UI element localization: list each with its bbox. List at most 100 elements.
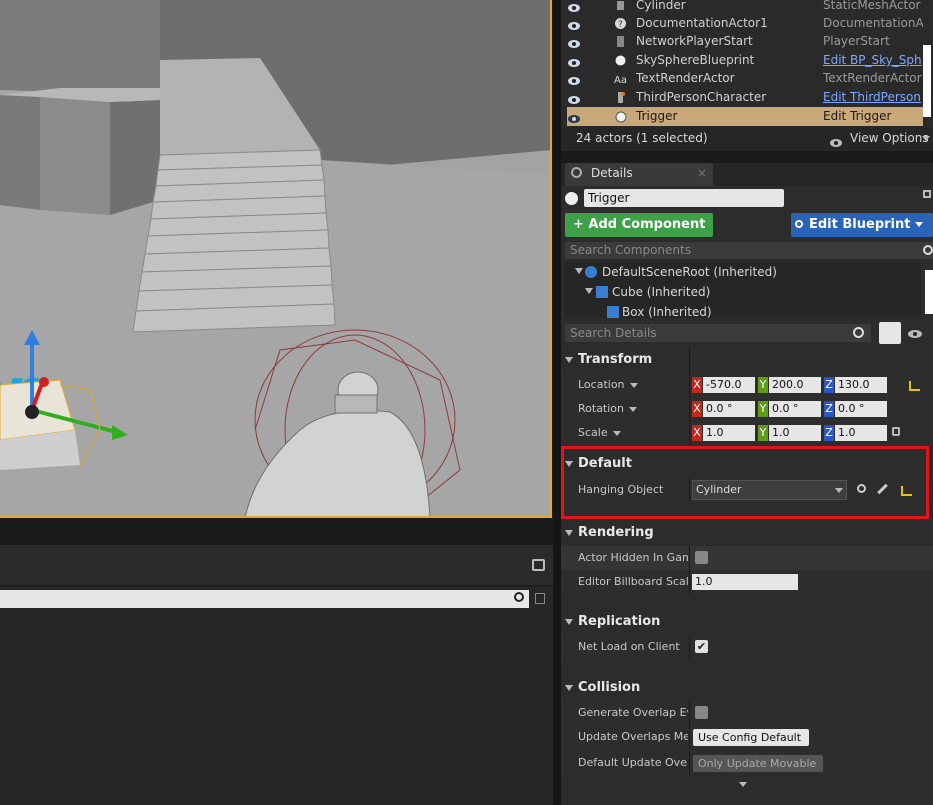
scale-y-field[interactable]: 1.0	[769, 425, 821, 441]
search-icon[interactable]	[923, 245, 933, 255]
section-collision[interactable]: Collision	[561, 674, 933, 701]
outliner-row[interactable]: SkySphereBlueprint Edit BP_Sky_Sph	[561, 51, 933, 70]
section-default[interactable]: Default	[561, 449, 933, 478]
search-icon[interactable]	[514, 592, 524, 602]
rotation-label[interactable]: Rotation	[578, 397, 688, 421]
advanced-expander[interactable]	[561, 778, 933, 792]
rotation-x-field[interactable]: 0.0 °	[703, 401, 755, 417]
outliner-row[interactable]: NetworkPlayerStart PlayerStart	[561, 32, 933, 51]
billboard-scale-field[interactable]: 1.0	[692, 574, 798, 590]
edit-blueprint-label: Edit Blueprint	[809, 217, 911, 232]
scale-row: Scale X 1.0 Y 1.0 Z 1.0	[561, 421, 933, 445]
add-component-button[interactable]: + Add Component	[565, 213, 713, 251]
eye-icon[interactable]	[567, 111, 581, 123]
expand-advanced-icon	[739, 782, 747, 787]
section-replication[interactable]: Replication	[561, 608, 933, 635]
section-rendering[interactable]: Rendering	[561, 519, 933, 546]
axis-y: Y	[758, 425, 768, 441]
update-overlaps-combo[interactable]: Use Config Default	[693, 729, 809, 758]
rotation-y-field[interactable]: 0.0 °	[769, 401, 821, 417]
scale-z-field[interactable]: 1.0	[835, 425, 887, 441]
edit-blueprint-button[interactable]: Edit Blueprint	[791, 213, 933, 237]
axis-y: Y	[758, 377, 768, 393]
lock-icon[interactable]	[923, 190, 931, 198]
edit-blueprint-link[interactable]: Edit BP_Sky_Sph	[823, 51, 923, 70]
actor-name-field[interactable]: Trigger	[584, 189, 784, 207]
scale-x-field[interactable]: 1.0	[703, 425, 755, 441]
rotation-row: Rotation X 0.0 ° Y 0.0 ° Z 0.0 °	[561, 397, 933, 421]
location-x-value: -570.0	[706, 378, 742, 391]
expand-icon[interactable]	[585, 288, 593, 294]
expand-icon[interactable]	[575, 268, 583, 274]
location-label[interactable]: Location	[578, 373, 688, 397]
hanging-object-combo[interactable]: Cylinder	[692, 480, 847, 500]
outliner-row[interactable]: ? DocumentationActor1 DocumentationAc	[561, 14, 933, 33]
tab-details[interactable]: Details ×	[565, 163, 713, 186]
property-matrix-icon[interactable]	[879, 322, 901, 344]
scale-label-text: Scale	[578, 426, 608, 439]
save-icon[interactable]	[535, 593, 545, 604]
section-next	[561, 794, 933, 805]
pick-eyedropper-icon[interactable]	[877, 483, 888, 495]
column-divider	[689, 421, 690, 445]
location-y-value: 200.0	[772, 378, 804, 391]
location-y-field[interactable]: 200.0	[769, 377, 821, 393]
eye-icon[interactable]	[567, 36, 581, 48]
content-search-input[interactable]	[0, 590, 529, 608]
generate-overlap-checkbox[interactable]	[695, 706, 708, 719]
close-icon[interactable]: ×	[697, 166, 707, 180]
location-z-field[interactable]: 130.0	[835, 377, 887, 393]
component-item[interactable]: DefaultSceneRoot (Inherited)	[602, 265, 777, 279]
sphere-icon	[614, 54, 627, 67]
chevron-down-icon	[922, 136, 930, 141]
section-transform[interactable]: Transform	[561, 346, 933, 373]
browse-search-icon[interactable]	[857, 484, 866, 493]
level-viewport[interactable]: son	[0, 0, 552, 518]
reset-arrow-icon[interactable]	[909, 381, 920, 391]
search-components-placeholder: Search Components	[570, 243, 691, 257]
eye-icon[interactable]	[907, 328, 923, 338]
actor-hidden-checkbox[interactable]	[695, 551, 708, 564]
default-update-combo[interactable]: Only Update Movable	[693, 755, 823, 784]
outliner-row[interactable]: Aa TextRenderActor TextRenderActor	[561, 69, 933, 88]
lock-icon[interactable]	[532, 559, 545, 571]
rotation-z-field[interactable]: 0.0 °	[835, 401, 887, 417]
edit-blueprint-link[interactable]: Edit Trigger	[823, 107, 923, 126]
scale-z-value: 1.0	[838, 426, 856, 439]
outliner-row[interactable]: Cylinder StaticMeshActor	[561, 0, 933, 15]
search-icon[interactable]	[853, 327, 864, 338]
axis-z: Z	[824, 401, 834, 417]
default-update-value: Only Update Movable	[698, 757, 817, 770]
edit-blueprint-link[interactable]: Edit ThirdPerson	[823, 88, 923, 107]
search-details-input[interactable]: Search Details	[565, 324, 871, 342]
component-scrollbar[interactable]	[925, 270, 933, 314]
eye-icon[interactable]	[567, 18, 581, 30]
reset-arrow-icon[interactable]	[901, 486, 912, 496]
collapse-icon	[565, 684, 573, 691]
eye-icon[interactable]	[567, 0, 581, 12]
actor-count: 24 actors (1 selected)	[576, 131, 708, 145]
location-x-field[interactable]: -570.0	[703, 377, 755, 393]
scale-label[interactable]: Scale	[578, 421, 688, 445]
eye-icon[interactable]	[567, 92, 581, 104]
lock-icon[interactable]	[892, 427, 900, 436]
net-load-checkbox[interactable]: ✔	[695, 640, 708, 653]
update-overlaps-value: Use Config Default	[698, 731, 802, 744]
outliner-row-selected[interactable]: Trigger Edit Trigger	[567, 107, 923, 126]
player-start-icon	[614, 35, 627, 48]
panel-splitter[interactable]	[553, 0, 561, 805]
outliner-row[interactable]: ThirdPersonCharacter Edit ThirdPerson	[561, 88, 933, 107]
billboard-scale-label: Editor Billboard Scale	[578, 575, 688, 588]
column-divider	[689, 346, 690, 373]
svg-text:Aa: Aa	[614, 75, 627, 85]
search-components-input[interactable]: Search Components	[565, 242, 933, 259]
eye-icon[interactable]	[567, 73, 581, 85]
scale-y-value: 1.0	[772, 426, 790, 439]
component-item[interactable]: Box (Inherited)	[622, 305, 712, 318]
view-options-button[interactable]: View Options	[850, 127, 929, 149]
outliner-scrollbar[interactable]	[923, 45, 931, 117]
collapse-icon	[565, 529, 573, 536]
scene-root-icon	[585, 266, 597, 278]
component-item[interactable]: Cube (Inherited)	[612, 285, 710, 299]
eye-icon[interactable]	[567, 55, 581, 67]
